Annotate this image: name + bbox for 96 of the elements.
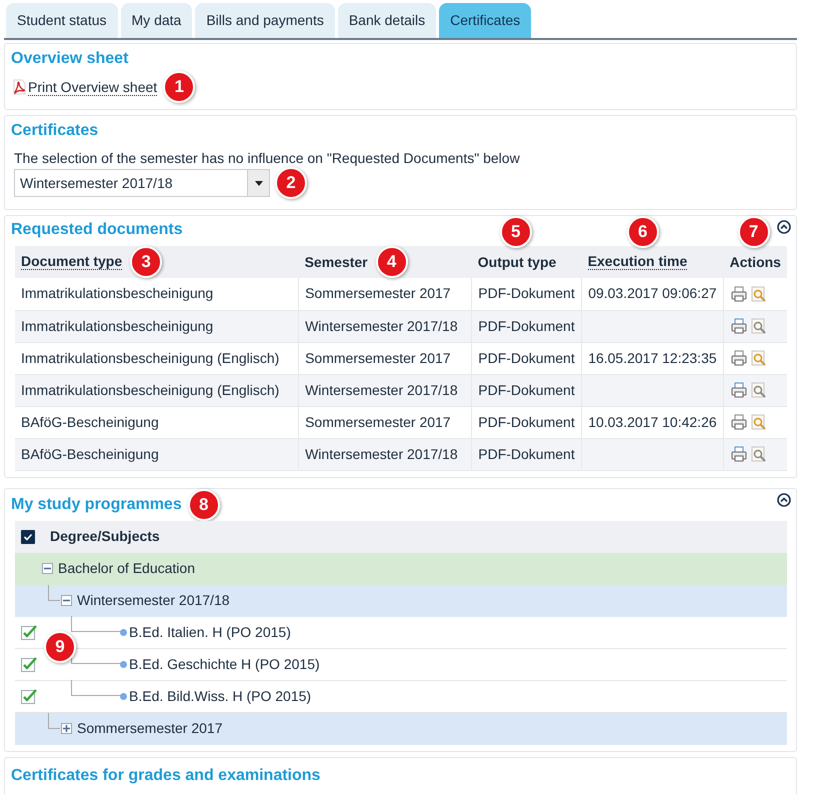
print-button[interactable] <box>731 318 748 334</box>
tree-node-label[interactable]: Bachelor of Education <box>58 558 195 579</box>
checkbox[interactable] <box>21 530 35 544</box>
minus-icon <box>63 597 70 604</box>
magnifier-icon <box>751 414 768 430</box>
callout-marker: 1 <box>163 71 196 103</box>
preview-button[interactable] <box>751 446 768 462</box>
table-cell: BAföG-Bescheinigung <box>21 414 159 430</box>
section-title: My study programmes <box>11 494 182 514</box>
table-cell: PDF-Dokument <box>478 382 575 398</box>
tab[interactable]: Bills and payments <box>195 3 335 38</box>
magnifier-icon <box>751 350 768 366</box>
table-cell: Wintersemester 2017/18 <box>305 446 458 462</box>
printer-icon <box>731 350 748 366</box>
table-cell: Sommersemester 2017 <box>305 285 451 302</box>
callout-marker: 5 <box>500 216 532 248</box>
info-text: The selection of the semester has no influence on "Requested Documents" below <box>14 149 521 167</box>
magnifier-icon <box>751 318 768 334</box>
collapse-button[interactable] <box>777 220 791 234</box>
table-cell: PDF-Dokument <box>478 446 575 462</box>
print-button[interactable] <box>731 446 748 462</box>
printer-icon <box>731 286 748 302</box>
minus-icon <box>44 565 51 572</box>
callout-marker: 4 <box>376 246 408 278</box>
table-cell: 10.03.2017 10:42:26 <box>588 414 717 430</box>
plus-icon <box>63 725 70 732</box>
column-header[interactable]: Document type <box>21 254 122 270</box>
section-title: Certificates <box>11 121 98 141</box>
table-cell: PDF-Dokument <box>478 285 575 302</box>
tree-node-label[interactable]: Sommersemester 2017 <box>77 718 223 739</box>
callout-marker: 7 <box>738 216 770 248</box>
printer-icon <box>731 318 748 334</box>
tree-node-label[interactable]: Wintersemester 2017/18 <box>77 590 230 611</box>
section-title: Requested documents <box>11 220 183 240</box>
print-button[interactable] <box>731 286 748 302</box>
printer-icon <box>731 414 748 430</box>
bullet-icon <box>120 692 127 700</box>
table-cell: PDF-Dokument <box>478 414 575 430</box>
checkbox[interactable] <box>21 656 37 672</box>
table-cell: Immatrikulationsbescheinigung (Englisch) <box>21 350 280 366</box>
printer-icon <box>731 446 748 462</box>
tree-line <box>71 680 121 696</box>
tree-node-label[interactable]: B.Ed. Geschichte H (PO 2015) <box>129 654 320 674</box>
preview-button[interactable] <box>751 382 768 398</box>
print-button[interactable] <box>731 382 748 398</box>
column-header: Output type <box>478 252 556 272</box>
table-cell: 09.03.2017 09:06:27 <box>588 285 717 302</box>
magnifier-icon <box>751 446 768 462</box>
section-title: Certificates for grades and examinations <box>11 766 320 786</box>
tab[interactable]: Certificates <box>439 3 532 38</box>
column-header: Semester <box>304 252 368 272</box>
pdf-icon <box>11 79 27 95</box>
callout-marker: 2 <box>275 167 307 199</box>
table-cell: Immatrikulationsbescheinigung <box>21 318 214 334</box>
print-overview-link[interactable]: Print Overview sheet <box>28 78 158 96</box>
tree-node-label[interactable]: B.Ed. Bild.Wiss. H (PO 2015) <box>129 686 312 706</box>
table-cell: Sommersemester 2017 <box>305 350 451 366</box>
preview-button[interactable] <box>751 318 768 334</box>
checkbox[interactable] <box>21 624 37 640</box>
tree-line <box>48 584 60 600</box>
tree-toggle[interactable] <box>61 595 72 606</box>
table-cell: Wintersemester 2017/18 <box>305 318 458 334</box>
table-cell: Immatrikulationsbescheinigung <box>21 285 214 302</box>
tab[interactable]: Student status <box>6 3 118 38</box>
checkbox[interactable] <box>21 688 37 704</box>
column-header: Actions <box>730 252 781 272</box>
column-header: Degree/Subjects <box>50 527 160 546</box>
semester-dropdown[interactable]: Wintersemester 2017/18 <box>14 169 270 197</box>
column-header[interactable]: Execution time <box>588 254 688 270</box>
callout-marker: 6 <box>626 216 659 248</box>
collapse-button[interactable] <box>777 492 791 506</box>
tree-node-label[interactable]: B.Ed. Italien. H (PO 2015) <box>129 622 291 642</box>
magnifier-icon <box>751 286 768 302</box>
print-button[interactable] <box>731 350 748 366</box>
table-cell: Wintersemester 2017/18 <box>305 382 458 398</box>
printer-icon <box>731 382 748 398</box>
bullet-icon <box>120 660 127 668</box>
tree-toggle[interactable] <box>61 723 72 734</box>
table-cell: Immatrikulationsbescheinigung (Englisch) <box>21 382 280 398</box>
tree-toggle[interactable] <box>42 563 53 574</box>
tree-line <box>48 712 60 728</box>
table-cell: PDF-Dokument <box>478 350 575 366</box>
magnifier-icon <box>751 382 768 398</box>
table-cell: 16.05.2017 12:23:35 <box>588 350 717 366</box>
callout-marker: 3 <box>130 246 162 278</box>
caret-icon <box>254 180 262 186</box>
tree-line <box>71 616 121 632</box>
section-title: Overview sheet <box>11 49 128 69</box>
print-button[interactable] <box>731 414 748 430</box>
callout-marker: 8 <box>188 488 220 520</box>
table-cell: Sommersemester 2017 <box>305 414 451 430</box>
bullet-icon <box>120 628 127 636</box>
table-cell: BAföG-Bescheinigung <box>21 446 159 462</box>
tab[interactable]: Bank details <box>338 3 436 38</box>
tab[interactable]: My data <box>120 3 192 38</box>
table-cell: PDF-Dokument <box>478 318 575 334</box>
